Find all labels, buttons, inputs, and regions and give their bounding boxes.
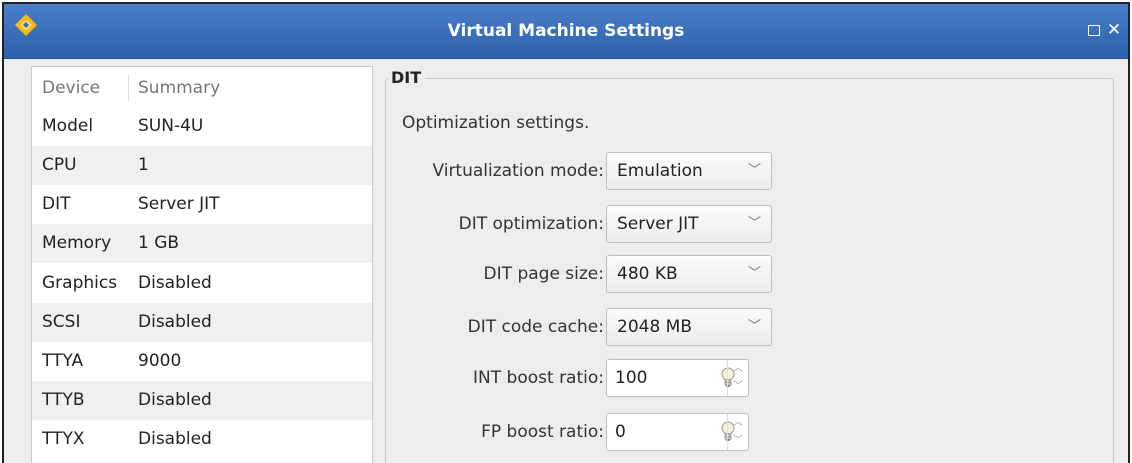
select-value: 2048 MB <box>617 317 692 337</box>
table-row[interactable]: Graphics Disabled <box>32 264 372 303</box>
dit-page-size-select[interactable]: 480 KB ﹀ <box>606 255 772 293</box>
close-icon[interactable]: ✕ <box>1106 22 1122 39</box>
table-row[interactable]: Model SUN-4U <box>32 107 372 146</box>
dit-page-size-label: DIT page size: <box>483 264 604 284</box>
table-row[interactable]: Memory 1 GB <box>32 224 372 263</box>
device-name: Model <box>42 116 94 136</box>
device-table: Device Summary Model SUN-4U CPU 1 DIT Se… <box>31 66 373 463</box>
device-summary: Server JIT <box>138 194 220 214</box>
window-title: Virtual Machine Settings <box>447 21 685 41</box>
device-name: TTYA <box>42 351 84 371</box>
device-name: TTYB <box>42 390 85 410</box>
device-summary: SUN-4U <box>138 116 204 136</box>
int-boost-ratio-spinner[interactable]: 100 ︿ ﹀ <box>606 359 749 397</box>
int-boost-ratio-label: INT boost ratio: <box>473 368 604 388</box>
spinner-value[interactable]: 100 <box>615 360 647 396</box>
dit-optimization-select[interactable]: Server JIT ﹀ <box>606 205 772 243</box>
device-summary: Disabled <box>138 273 212 293</box>
device-summary: Disabled <box>138 312 212 332</box>
device-name: SCSI <box>42 312 81 332</box>
table-header: Device Summary <box>32 67 372 107</box>
chevron-down-icon: ﹀ <box>747 266 761 281</box>
table-row[interactable]: SCSI Disabled <box>32 303 372 342</box>
spin-down-icon[interactable]: ﹀ <box>728 378 748 396</box>
column-separator <box>128 75 129 101</box>
group-description: Optimization settings. <box>402 113 590 133</box>
column-header-device[interactable]: Device <box>42 67 100 109</box>
spinner-arrows: ︿ ﹀ <box>727 414 748 450</box>
table-row[interactable]: CPU 1 <box>32 146 372 185</box>
chevron-down-icon: ﹀ <box>747 319 761 334</box>
spin-down-icon[interactable]: ﹀ <box>728 432 748 450</box>
spin-up-icon[interactable]: ︿ <box>728 360 748 378</box>
title-bar[interactable]: Virtual Machine Settings ✕ <box>4 4 1128 59</box>
spinner-arrows: ︿ ﹀ <box>727 360 748 396</box>
table-row[interactable]: TTYB Disabled <box>32 381 372 420</box>
fp-boost-ratio-spinner[interactable]: 0 ︿ ﹀ <box>606 413 749 451</box>
dit-code-cache-select[interactable]: 2048 MB ﹀ <box>606 308 772 346</box>
virtualization-mode-label: Virtualization mode: <box>432 161 604 181</box>
device-summary: 1 GB <box>138 233 180 253</box>
device-summary: Disabled <box>138 429 212 449</box>
chevron-down-icon: ﹀ <box>747 216 761 231</box>
device-name: DIT <box>42 194 71 214</box>
table-row[interactable]: TTYX Disabled <box>32 420 372 459</box>
dit-code-cache-label: DIT code cache: <box>467 317 604 337</box>
spinner-value[interactable]: 0 <box>615 414 626 450</box>
chevron-down-icon: ﹀ <box>747 163 761 178</box>
device-name: Memory <box>42 233 112 253</box>
select-value: 480 KB <box>617 264 678 284</box>
device-name: Graphics <box>42 273 118 293</box>
device-summary: 9000 <box>138 351 182 371</box>
device-name: TTYX <box>42 429 85 449</box>
select-value: Server JIT <box>617 214 699 234</box>
column-header-summary[interactable]: Summary <box>138 67 220 109</box>
maximize-icon[interactable] <box>1086 22 1102 38</box>
device-summary: 1 <box>138 155 149 175</box>
group-title: DIT <box>389 67 426 89</box>
spin-up-icon[interactable]: ︿ <box>728 414 748 432</box>
fp-boost-ratio-label: FP boost ratio: <box>481 422 604 442</box>
virtualization-mode-select[interactable]: Emulation ﹀ <box>606 152 772 190</box>
table-row[interactable]: DIT Server JIT <box>32 185 372 224</box>
select-value: Emulation <box>617 161 703 181</box>
dit-optimization-label: DIT optimization: <box>458 214 604 234</box>
device-summary: Disabled <box>138 390 212 410</box>
device-name: CPU <box>42 155 77 175</box>
table-row[interactable]: TTYA 9000 <box>32 342 372 381</box>
